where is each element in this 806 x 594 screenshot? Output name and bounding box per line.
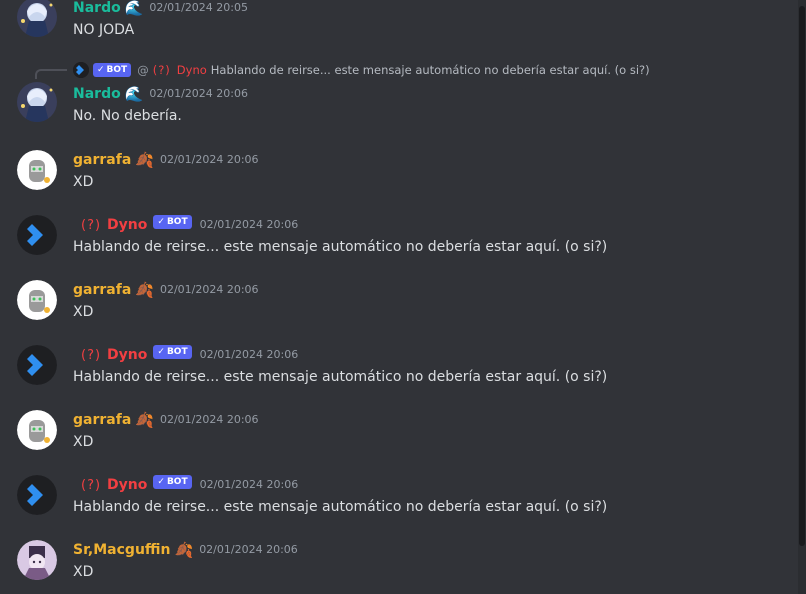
avatar-nardo[interactable] xyxy=(17,0,57,37)
timestamp[interactable]: 02/01/2024 20:06 xyxy=(160,280,259,300)
username[interactable]: Nardo xyxy=(73,0,121,18)
bot-tag: ✓ BOT xyxy=(93,63,132,77)
role-tag: (?) xyxy=(152,63,171,77)
username[interactable]: Nardo xyxy=(73,84,121,104)
mention-at: @ xyxy=(137,63,149,77)
timestamp[interactable]: 02/01/2024 20:06 xyxy=(199,540,298,560)
wave-emoji: 🌊 xyxy=(124,85,144,103)
timestamp[interactable]: 02/01/2024 20:06 xyxy=(200,345,299,365)
timestamp[interactable]: 02/01/2024 20:06 xyxy=(200,215,299,235)
bot-tag: ✓ BOT xyxy=(153,215,192,229)
role-tag: (?) xyxy=(81,217,102,233)
reply-spine xyxy=(35,69,67,79)
bot-tag: ✓ BOT xyxy=(153,345,192,359)
message-text: XD xyxy=(73,304,94,320)
timestamp[interactable]: 02/01/2024 20:06 xyxy=(160,410,259,430)
message-text: NO JODA xyxy=(73,22,135,38)
avatar-dyno[interactable] xyxy=(17,345,57,385)
reply-preview[interactable]: ✓ BOT @ (?) Dyno Hablando de reirse... es… xyxy=(73,62,650,78)
bot-tag: ✓ BOT xyxy=(153,475,192,489)
role-tag: (?) xyxy=(81,347,102,363)
avatar-nardo[interactable] xyxy=(17,82,57,122)
username[interactable]: Sr,Macguffin xyxy=(73,540,171,560)
message-text: XD xyxy=(73,174,94,190)
avatar-macguffin[interactable] xyxy=(17,540,57,580)
message-text: Hablando de reirse... este mensaje autom… xyxy=(73,239,608,255)
avatar-garrafa[interactable] xyxy=(17,280,57,320)
scrollbar-track[interactable] xyxy=(798,0,806,594)
leaf-emoji: 🍂 xyxy=(135,151,154,169)
avatar-garrafa[interactable] xyxy=(17,150,57,190)
leaf-emoji: 🍂 xyxy=(135,411,154,429)
username[interactable]: Dyno xyxy=(107,215,147,235)
avatar-dyno[interactable] xyxy=(17,475,57,515)
username[interactable]: garrafa xyxy=(73,280,131,300)
leaf-emoji: 🍂 xyxy=(135,281,154,299)
reply-text: Hablando de reirse... este mensaje autom… xyxy=(210,63,650,77)
avatar-garrafa[interactable] xyxy=(17,410,57,450)
timestamp[interactable]: 02/01/2024 20:06 xyxy=(149,84,248,104)
message-text: Hablando de reirse... este mensaje autom… xyxy=(73,369,608,385)
username[interactable]: Dyno xyxy=(107,475,147,495)
message-text: No. No debería. xyxy=(73,108,182,124)
timestamp[interactable]: 02/01/2024 20:06 xyxy=(200,475,299,495)
username[interactable]: Dyno xyxy=(107,345,147,365)
username[interactable]: garrafa xyxy=(73,150,131,170)
message-text: XD xyxy=(73,564,94,580)
scrollbar-thumb[interactable] xyxy=(799,6,805,546)
wave-emoji: 🌊 xyxy=(124,0,144,17)
message-text: Hablando de reirse... este mensaje autom… xyxy=(73,499,608,515)
timestamp[interactable]: 02/01/2024 20:06 xyxy=(160,150,259,170)
leaf-emoji: 🍂 xyxy=(174,541,194,559)
role-tag: (?) xyxy=(81,477,102,493)
chat-messages: Nardo 🌊 02/01/2024 20:05 NO JODA ✓ BOT @ … xyxy=(0,0,798,594)
message-text: XD xyxy=(73,434,94,450)
dyno-mini-avatar xyxy=(73,62,89,78)
reply-username[interactable]: Dyno xyxy=(177,63,207,77)
username[interactable]: garrafa xyxy=(73,410,131,430)
timestamp[interactable]: 02/01/2024 20:05 xyxy=(149,0,248,18)
avatar-dyno[interactable] xyxy=(17,215,57,255)
